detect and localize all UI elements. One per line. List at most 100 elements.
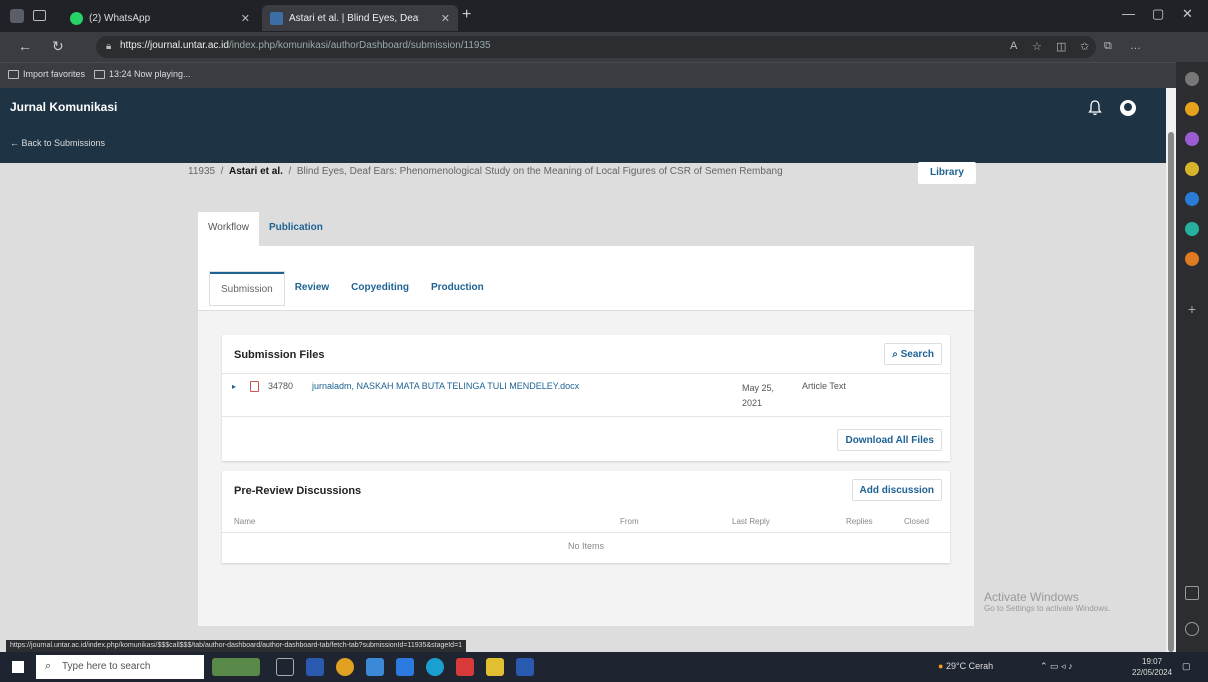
favorites-icon[interactable]: ✩ bbox=[1080, 40, 1092, 53]
discussions-title: Pre-Review Discussions bbox=[234, 485, 362, 497]
favorite-import[interactable]: Import favorites bbox=[8, 69, 85, 79]
shopping-icon[interactable] bbox=[1185, 102, 1199, 116]
tab-submission[interactable]: Submission bbox=[210, 272, 284, 305]
column-replies: Replies bbox=[846, 517, 873, 526]
tab-actions-icon[interactable] bbox=[33, 10, 46, 21]
office-icon[interactable] bbox=[1185, 192, 1199, 206]
new-tab-button[interactable]: + bbox=[462, 6, 471, 24]
widgets-icon[interactable] bbox=[212, 658, 260, 676]
mail-icon[interactable] bbox=[396, 658, 414, 676]
tab-review[interactable]: Review bbox=[284, 272, 340, 305]
pre-review-discussions-card: Pre-Review Discussions Add discussion Na… bbox=[222, 471, 950, 563]
favorite-now-playing[interactable]: 13:24 Now playing... bbox=[94, 69, 191, 79]
games-icon[interactable] bbox=[1185, 162, 1199, 176]
journal-title[interactable]: Jurnal Komunikasi bbox=[10, 100, 117, 114]
chrome-icon[interactable] bbox=[336, 658, 354, 676]
folder-icon bbox=[8, 69, 19, 79]
submission-files-title: Submission Files bbox=[234, 349, 325, 361]
taskbar-search-input[interactable]: ⌕ Type here to search bbox=[36, 655, 204, 679]
url-input[interactable]: 🔒︎ https://journal.untar.ac.id/index.php… bbox=[96, 36, 1096, 58]
pdf-icon[interactable] bbox=[456, 658, 474, 676]
document-icon bbox=[250, 381, 259, 392]
tab-publication[interactable]: Publication bbox=[259, 212, 333, 246]
back-arrow-icon[interactable]: ← bbox=[18, 38, 32, 54]
maximize-icon[interactable]: ▢ bbox=[1152, 6, 1164, 22]
submission-stage-area: Submission Files ⌕ Search ▸ 34780 jurnal… bbox=[198, 310, 974, 626]
sun-icon: ● bbox=[938, 661, 944, 671]
workflow-panel: Submission Review Copyediting Production… bbox=[198, 246, 974, 626]
no-items-text: No Items bbox=[567, 541, 604, 551]
tab-workflow[interactable]: Workflow bbox=[198, 212, 259, 246]
back-to-submissions-link[interactable]: ← Back to Submissions bbox=[10, 138, 105, 148]
file-explorer-icon[interactable] bbox=[486, 658, 504, 676]
file-row: ▸ 34780 jurnaladm, NASKAH MATA BUTA TELI… bbox=[222, 373, 950, 417]
breadcrumb-author: Astari et al. bbox=[228, 166, 283, 177]
tab-production[interactable]: Production bbox=[420, 272, 495, 305]
breadcrumb-title: Blind Eyes, Deaf Ears: Phenomenological … bbox=[296, 166, 783, 177]
search-icon: ⌕ bbox=[45, 660, 52, 672]
more-options-icon[interactable]: … bbox=[1130, 40, 1142, 52]
whatsapp-icon bbox=[70, 11, 83, 25]
system-tray-icons[interactable]: ⌃ ▭ ◃ ♪ bbox=[1040, 661, 1073, 672]
submission-files-card: Submission Files ⌕ Search ▸ 34780 jurnal… bbox=[222, 335, 950, 461]
scrollbar-thumb[interactable] bbox=[1168, 132, 1174, 652]
browser-icon[interactable] bbox=[426, 658, 444, 676]
task-view-icon[interactable] bbox=[276, 658, 294, 676]
edge-taskbar-icon[interactable] bbox=[366, 658, 384, 676]
main-tabs: Workflow Publication bbox=[198, 212, 333, 246]
start-icon[interactable] bbox=[12, 661, 24, 673]
search-icon: ⌕ bbox=[892, 349, 898, 360]
hide-sidebar-icon[interactable] bbox=[1185, 586, 1199, 600]
favorite-star-icon[interactable]: ☆ bbox=[1032, 40, 1044, 53]
file-name-link[interactable]: jurnaladm, NASKAH MATA BUTA TELINGA TULI… bbox=[312, 381, 579, 391]
expand-row-icon[interactable]: ▸ bbox=[232, 382, 236, 391]
close-window-icon[interactable]: ✕ bbox=[1182, 6, 1193, 22]
tab-copyediting[interactable]: Copyediting bbox=[340, 272, 420, 305]
column-closed: Closed bbox=[904, 517, 929, 526]
page-scrollbar[interactable] bbox=[1166, 88, 1176, 652]
stage-tabs: Submission Review Copyediting Production bbox=[210, 272, 495, 305]
browser-profile-icon[interactable] bbox=[10, 9, 24, 23]
column-last-reply: Last Reply bbox=[732, 517, 770, 526]
address-bar-row: ← ↻ 🔒︎ https://journal.untar.ac.id/index… bbox=[0, 32, 1208, 62]
weather-widget[interactable]: ● 29°C Cerah bbox=[938, 661, 993, 671]
page-content: Jurnal Komunikasi ← Back to Submissions … bbox=[0, 88, 1166, 652]
add-discussion-button[interactable]: Add discussion bbox=[851, 479, 942, 501]
minimize-icon[interactable]: — bbox=[1122, 6, 1135, 21]
taskbar-clock[interactable]: 19:07 22/05/2024 bbox=[1132, 656, 1172, 678]
notification-bell-icon[interactable] bbox=[1088, 100, 1102, 116]
close-tab-icon[interactable]: ✕ bbox=[241, 12, 250, 25]
breadcrumb: 11935 / Astari et al. / Blind Eyes, Deaf… bbox=[188, 166, 783, 177]
tools-icon[interactable] bbox=[1185, 132, 1199, 146]
windows-taskbar: ⌕ Type here to search ● 29°C Cerah ⌃ ▭ ◃… bbox=[0, 652, 1208, 682]
notification-center-icon[interactable]: ▢ bbox=[1182, 661, 1191, 672]
column-from: From bbox=[620, 517, 639, 526]
add-icon[interactable]: + bbox=[1185, 302, 1199, 316]
activate-windows-watermark: Activate Windows Go to Settings to activ… bbox=[984, 590, 1111, 613]
word-icon[interactable] bbox=[516, 658, 534, 676]
collections-icon[interactable]: ⧉ bbox=[1104, 40, 1116, 52]
settings-icon[interactable] bbox=[1185, 622, 1199, 636]
refresh-icon[interactable]: ↻ bbox=[52, 38, 64, 55]
user-account-icon[interactable] bbox=[1120, 100, 1136, 116]
outlook-icon[interactable] bbox=[1185, 222, 1199, 236]
close-tab-icon[interactable]: ✕ bbox=[441, 12, 450, 25]
file-type: Article Text bbox=[802, 381, 846, 391]
search-sidebar-icon[interactable] bbox=[1185, 72, 1199, 86]
search-files-button[interactable]: ⌕ Search bbox=[884, 343, 942, 365]
discussions-table-header: Name From Last Reply Replies Closed bbox=[222, 509, 950, 533]
download-all-files-button[interactable]: Download All Files bbox=[837, 429, 942, 451]
library-button[interactable]: Library bbox=[918, 162, 976, 184]
column-name: Name bbox=[234, 517, 256, 526]
tab-journal[interactable]: Astari et al. | Blind Eyes, Deaf Ears ✕ bbox=[262, 5, 458, 31]
edge-sidebar: + bbox=[1176, 62, 1208, 652]
page-icon bbox=[94, 69, 105, 79]
lock-icon: 🔒︎ bbox=[106, 41, 112, 52]
app-icon-1[interactable] bbox=[306, 658, 324, 676]
tab-whatsapp[interactable]: (2) WhatsApp ✕ bbox=[62, 5, 258, 31]
file-id: 34780 bbox=[268, 381, 294, 391]
journal-favicon-icon bbox=[270, 11, 283, 25]
split-screen-icon[interactable]: ◫ bbox=[1056, 40, 1068, 53]
read-aloud-icon[interactable]: A bbox=[1010, 40, 1022, 52]
drop-icon[interactable] bbox=[1185, 252, 1199, 266]
